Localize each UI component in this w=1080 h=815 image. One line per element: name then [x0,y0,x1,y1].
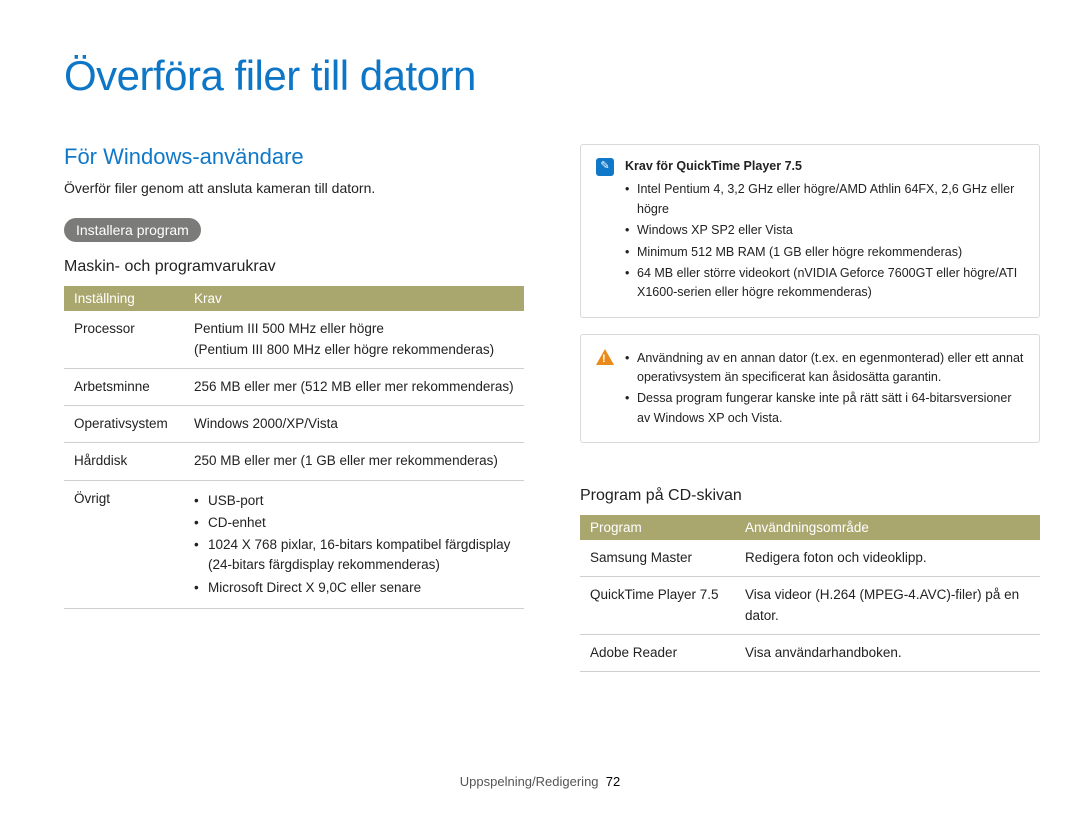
table-row: Samsung Master Redigera foton och videok… [580,540,1040,577]
quicktime-requirements-box: ✎ Krav för QuickTime Player 7.5 Intel Pe… [580,144,1040,318]
table-row: Adobe Reader Visa användarhandboken. [580,634,1040,671]
th-usage: Användningsområde [735,515,1040,540]
cell-value: Windows 2000/XP/Vista [184,406,524,443]
cell-label: Operativsystem [64,406,184,443]
cell-label: Samsung Master [580,540,735,577]
cell-value: 256 MB eller mer (512 MB eller mer rekom… [184,368,524,405]
qt-heading: Krav för QuickTime Player 7.5 [625,157,1025,176]
list-item: Microsoft Direct X 9,0C eller senare [194,578,514,598]
page: Överföra filer till datorn För Windows-a… [0,0,1080,815]
cell-label: Arbetsminne [64,368,184,405]
cd-programs-heading: Program på CD-skivan [580,487,1040,505]
requirements-table: Inställning Krav Processor Pentium III 5… [64,286,524,609]
page-footer: Uppspelning/Redigering 72 [0,774,1080,789]
warning-list: Användning av en annan dator (t.ex. en e… [625,349,1025,429]
cell-label: Hårddisk [64,443,184,480]
list-item: Minimum 512 MB RAM (1 GB eller högre rek… [625,243,1025,262]
warning-box: Användning av en annan dator (t.ex. en e… [580,334,1040,444]
requirements-heading: Maskin- och programvarukrav [64,258,524,276]
table-row: Operativsystem Windows 2000/XP/Vista [64,406,524,443]
table-row: Övrigt USB-port CD-enhet 1024 X 768 pixl… [64,480,524,608]
cell-label: Processor [64,311,184,368]
install-program-pill: Installera program [64,218,201,242]
list-item: 1024 X 768 pixlar, 16-bitars kompatibel … [194,535,514,576]
cell-label: Adobe Reader [580,634,735,671]
cell-value: Pentium III 500 MHz eller högre (Pentium… [184,311,524,368]
cell-value: USB-port CD-enhet 1024 X 768 pixlar, 16-… [184,480,524,608]
th-program: Program [580,515,735,540]
page-title: Överföra filer till datorn [64,52,1016,100]
content-columns: För Windows-användare Överför filer geno… [64,144,1016,672]
list-item: Användning av en annan dator (t.ex. en e… [625,349,1025,388]
footer-section: Uppspelning/Redigering [460,774,599,789]
qt-list: Intel Pentium 4, 3,2 GHz eller högre/AMD… [625,180,1025,302]
cell-value: Visa videor (H.264 (MPEG-4.AVC)-filer) p… [735,577,1040,635]
right-column: ✎ Krav för QuickTime Player 7.5 Intel Pe… [580,144,1040,672]
section-subtitle: För Windows-användare [64,144,524,170]
list-item: Windows XP SP2 eller Vista [625,221,1025,240]
cell-label: QuickTime Player 7.5 [580,577,735,635]
table-row: Processor Pentium III 500 MHz eller högr… [64,311,524,368]
table-row: QuickTime Player 7.5 Visa videor (H.264 … [580,577,1040,635]
page-number: 72 [606,774,620,789]
warning-icon [595,347,615,367]
cell-value: Redigera foton och videoklipp. [735,540,1040,577]
list-item: USB-port [194,491,514,511]
cell-label: Övrigt [64,480,184,608]
intro-text: Överför filer genom att ansluta kameran … [64,178,524,198]
note-icon: ✎ [595,157,615,177]
th-requirement: Krav [184,286,524,311]
list-item: CD-enhet [194,513,514,533]
cell-value: Visa användarhandboken. [735,634,1040,671]
other-list: USB-port CD-enhet 1024 X 768 pixlar, 16-… [194,491,514,598]
list-item: 64 MB eller större videokort (nVIDIA Gef… [625,264,1025,303]
cell-value: 250 MB eller mer (1 GB eller mer rekomme… [184,443,524,480]
cd-programs-table: Program Användningsområde Samsung Master… [580,515,1040,672]
list-item: Dessa program fungerar kanske inte på rä… [625,389,1025,428]
table-row: Hårddisk 250 MB eller mer (1 GB eller me… [64,443,524,480]
left-column: För Windows-användare Överför filer geno… [64,144,524,672]
list-item: Intel Pentium 4, 3,2 GHz eller högre/AMD… [625,180,1025,219]
table-row: Arbetsminne 256 MB eller mer (512 MB ell… [64,368,524,405]
th-setting: Inställning [64,286,184,311]
